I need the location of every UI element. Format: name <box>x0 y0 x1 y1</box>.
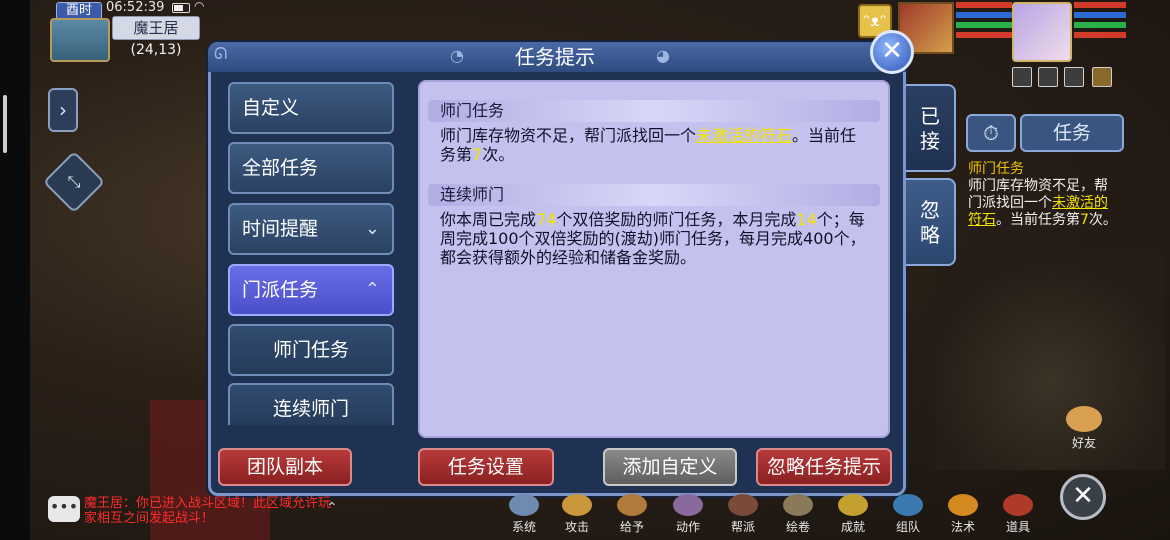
nav-label: 时间提醒 <box>242 218 319 240</box>
fullscreen-icon[interactable]: ⤡ <box>42 150 106 214</box>
menu-label: 攻击 <box>564 520 589 534</box>
section-heading: 连续师门 <box>428 184 880 206</box>
menu-label: 组队 <box>895 520 920 534</box>
nav-all-tasks[interactable]: 全部任务 <box>228 142 394 194</box>
tab-accepted[interactable]: 已接 <box>906 84 956 172</box>
menu-attack[interactable]: 攻击 <box>557 494 597 535</box>
menu-label: 系统 <box>511 520 536 534</box>
menu-guild[interactable]: 帮派 <box>723 494 763 535</box>
task-settings-button[interactable]: 任务设置 <box>418 448 554 486</box>
scroll-icon <box>783 494 813 516</box>
menu-label: 帮派 <box>730 520 755 534</box>
body-text: 师门库存物资不足，帮门派找回一个 <box>440 126 697 145</box>
close-button[interactable]: ✕ <box>870 30 914 74</box>
system-icon <box>509 494 539 516</box>
system-message: 魔王居：你已进入战斗区域！此区域允许玩家相互之间发起战斗！ <box>84 496 332 526</box>
items-icon <box>1003 494 1033 516</box>
swirl-ornament-icon: ᘏ <box>214 44 228 63</box>
section-body: 你本周已完成74个双倍奖励的师门任务，本月完成14个；每周完成100个双倍奖励的… <box>440 210 870 267</box>
menu-give[interactable]: 给予 <box>612 494 652 535</box>
nav-sub-master-task[interactable]: 师门任务 <box>228 324 394 376</box>
guild-icon <box>728 494 758 516</box>
menu-achievement[interactable]: 成就 <box>833 494 873 535</box>
nav-label: 连续师门 <box>272 398 349 420</box>
spell-icon <box>948 494 978 516</box>
tab-label: 已接 <box>920 104 940 153</box>
week-count: 74 <box>536 210 557 229</box>
chevron-up-icon: ⌃ <box>364 279 380 300</box>
buff-icon[interactable] <box>1064 67 1084 87</box>
tracker-text[interactable]: 师门库存物资不足，帮门派找回一个未激活的符石。当前任务第7次。 <box>968 178 1118 229</box>
give-icon <box>617 494 647 516</box>
task-tracker-button[interactable]: 任务 <box>1020 114 1124 152</box>
team-dungeon-button[interactable]: 团队副本 <box>218 448 352 486</box>
target-bars <box>956 2 1012 48</box>
handshake-icon <box>1066 406 1102 432</box>
tracker-title[interactable]: 师门任务 <box>968 158 1024 178</box>
month-count: 14 <box>796 210 817 229</box>
coordinates: (24,13) <box>130 42 182 58</box>
location-name[interactable]: 魔王居 <box>112 16 200 40</box>
side-handle[interactable] <box>3 95 7 153</box>
ignore-prompt-button[interactable]: 忽略任务提示 <box>756 448 892 486</box>
menu-system[interactable]: 系统 <box>504 494 544 535</box>
tab-ignored[interactable]: 忽略 <box>906 178 956 266</box>
body-text: 次。 <box>482 145 515 164</box>
nav-label: 自定义 <box>242 97 300 119</box>
menu-items[interactable]: 道具 <box>998 494 1038 535</box>
menu-scroll[interactable]: 绘卷 <box>778 494 818 535</box>
attack-icon <box>562 494 592 516</box>
nav-sub-continuous-task[interactable]: 连续师门 <box>228 383 394 425</box>
dialog-title: 任务提示 <box>515 45 595 69</box>
tracker-count: 7 <box>1080 212 1089 228</box>
action-icon <box>673 494 703 516</box>
achievement-icon <box>838 494 868 516</box>
menu-label: 法术 <box>950 520 975 534</box>
chevron-up-icon[interactable]: ⌃ <box>326 500 338 516</box>
buff-icon[interactable] <box>1012 67 1032 87</box>
menu-label: 成就 <box>840 520 865 534</box>
count-value: 7 <box>472 145 483 164</box>
section-heading: 师门任务 <box>428 100 880 122</box>
chevron-down-icon: ⌄ <box>364 218 380 239</box>
menu-label: 绘卷 <box>785 520 810 534</box>
nav-label: 全部任务 <box>242 157 319 179</box>
menu-spell[interactable]: 法术 <box>943 494 983 535</box>
chat-icon[interactable]: ••• <box>48 496 80 522</box>
buff-icon[interactable] <box>1092 67 1112 87</box>
friends-button[interactable]: 好友 <box>1062 406 1106 451</box>
wifi-icon: ◠ <box>194 0 205 13</box>
screen-edge <box>0 0 30 540</box>
item-link[interactable]: 未激活的符石 <box>696 126 792 145</box>
battery-icon <box>172 3 190 13</box>
menu-label: 道具 <box>1005 520 1030 534</box>
team-icon <box>893 494 923 516</box>
nav-label: 门派任务 <box>242 279 319 301</box>
nav-label: 师门任务 <box>272 339 349 361</box>
timer-icon[interactable]: ⏱ <box>966 114 1016 152</box>
clock: 06:52:39 <box>106 0 165 15</box>
menu-team[interactable]: 组队 <box>888 494 928 535</box>
body-text: 个双倍奖励的师门任务，本月完成 <box>556 210 797 229</box>
menu-action[interactable]: 动作 <box>668 494 708 535</box>
background-character <box>935 250 1165 470</box>
tab-label: 忽略 <box>920 198 940 247</box>
tracker-body: 次。 <box>1088 212 1117 228</box>
section-body: 师门库存物资不足，帮门派找回一个未激活的符石。当前任务第7次。 <box>440 126 870 164</box>
player-bars <box>1074 2 1126 48</box>
expand-arrow-icon[interactable]: › <box>48 88 78 132</box>
add-custom-button[interactable]: 添加自定义 <box>603 448 737 486</box>
nav-sect-tasks[interactable]: 门派任务 ⌃ <box>228 264 394 316</box>
tracker-body: 。当前任务第 <box>996 212 1080 228</box>
player-portrait[interactable] <box>1012 2 1072 62</box>
buff-icon[interactable] <box>1038 67 1058 87</box>
body-text: 你本周已完成 <box>440 210 537 229</box>
nav-time-reminder[interactable]: 时间提醒 ⌄ <box>228 203 394 255</box>
nav-custom[interactable]: 自定义 <box>228 82 394 134</box>
friends-label: 好友 <box>1071 436 1096 450</box>
menu-label: 给予 <box>619 520 644 534</box>
menu-label: 动作 <box>675 520 700 534</box>
hud-close-button[interactable]: ✕ <box>1060 474 1106 520</box>
minimap[interactable] <box>50 18 110 62</box>
